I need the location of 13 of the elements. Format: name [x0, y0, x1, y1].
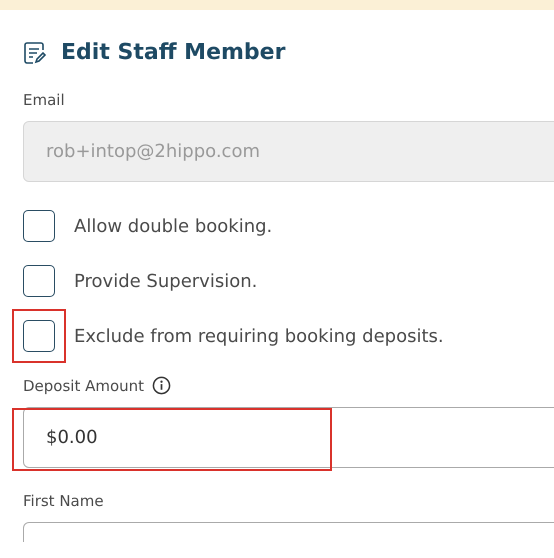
field-label: Email: [23, 91, 66, 109]
field-label: Deposit Amount: [23, 376, 144, 394]
checkbox-label: Exclude from requiring booking deposits.: [74, 326, 444, 346]
deposit-amount-field[interactable]: $0.00: [23, 407, 554, 468]
checkbox[interactable]: [23, 320, 55, 352]
info-icon[interactable]: [152, 376, 172, 395]
checkbox-label: Allow double booking.: [74, 216, 272, 236]
page-title: Edit Staff Member: [61, 40, 286, 65]
checkbox[interactable]: [23, 210, 55, 242]
field-label: First Name: [23, 492, 105, 510]
checkbox[interactable]: [23, 265, 55, 297]
edit-note-icon: [23, 40, 47, 64]
checkbox-label: Provide Supervision.: [74, 270, 258, 292]
